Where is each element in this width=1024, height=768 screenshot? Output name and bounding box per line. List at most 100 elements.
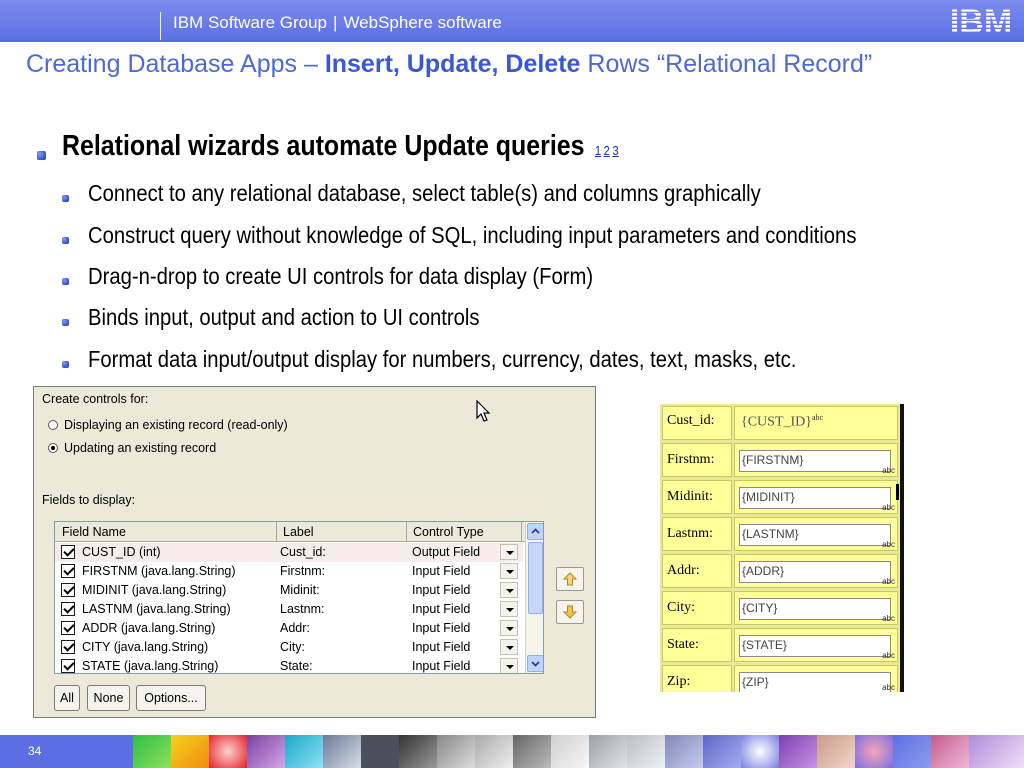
move-down-button[interactable] [556,600,584,624]
header-bar: IBM Software Group | WebSphere software IB… [0,0,1024,42]
footer-tile [475,735,513,768]
move-up-button[interactable] [556,567,584,591]
control-type-dropdown[interactable] [500,620,518,636]
control-type[interactable]: Input Field [412,583,470,597]
column-divider[interactable] [406,522,407,542]
none-button[interactable]: None [87,685,130,711]
input-field[interactable]: {ADDR} [739,561,891,583]
table-scrollbar[interactable] [525,522,543,673]
radio-updating-record[interactable]: Updating an existing record [48,441,216,455]
radio-circle-selected[interactable] [48,443,58,453]
input-field[interactable]: {ZIP} [739,672,891,692]
radio-circle[interactable] [48,420,58,430]
column-divider[interactable] [521,522,522,542]
field-label[interactable]: State: [280,659,313,673]
row-checkbox[interactable] [61,659,75,673]
bullet-icon [37,151,46,160]
control-type-dropdown[interactable] [500,658,518,673]
control-type[interactable]: Input Field [412,640,470,654]
field-label[interactable]: Lastnm: [280,602,324,616]
table-row[interactable]: ADDR (java.lang.String) Addr: Input Fiel… [55,619,523,638]
control-type[interactable]: Input Field [412,564,470,578]
control-type[interactable]: Output Field [412,545,480,559]
control-type-dropdown[interactable] [500,601,518,617]
ibm-logo: IBM [950,5,1012,37]
field-label[interactable]: Midinit: [280,583,320,597]
sub-bullet-icon [62,237,69,244]
ref-link-2[interactable]: 2 [604,143,610,158]
abc-format-icon: abc [882,466,895,475]
form-row-state: State: {STATE} abc [660,626,900,663]
sub-bullet-4: Binds input, output and action to UI con… [88,304,480,330]
table-row[interactable]: CUST_ID (int) Cust_id: Output Field [55,543,523,562]
title-prefix: Creating Database Apps – [26,50,325,78]
form-label: State: [662,628,732,662]
abc-format-icon: abc [882,651,895,660]
table-row[interactable]: STATE (java.lang.String) State: Input Fi… [55,657,523,673]
table-row[interactable]: CITY (java.lang.String) City: Input Fiel… [55,638,523,657]
all-button[interactable]: All [54,685,80,711]
footer-tile [969,735,1024,768]
abc-format-icon: abc [882,503,895,512]
scroll-down-button[interactable] [527,655,543,672]
control-type-dropdown[interactable] [500,544,518,560]
footer-tile [741,735,779,768]
header-product: WebSphere software [343,13,502,32]
input-field[interactable]: {FIRSTNM} [739,450,891,472]
table-row[interactable]: LASTNM (java.lang.String) Lastnm: Input … [55,600,523,619]
field-name: STATE (java.lang.String) [82,659,219,673]
form-row-cust-id: Cust_id: {CUST_ID}abc [660,404,900,441]
input-field[interactable]: {LASTNM} [739,524,891,546]
column-header-control-type[interactable]: Control Type [413,525,484,539]
scroll-up-button[interactable] [527,523,543,540]
row-checkbox[interactable] [61,545,75,559]
control-type-dropdown[interactable] [500,639,518,655]
column-header-label[interactable]: Label [283,525,314,539]
form-input-cell: {ADDR} abc [734,554,898,588]
form-row-midinit: Midinit: {MIDINIT} abc [660,478,900,515]
column-header-field-name[interactable]: Field Name [62,525,126,539]
field-name: MIDINIT (java.lang.String) [82,583,227,597]
row-checkbox[interactable] [61,640,75,654]
footer-tile [171,735,209,768]
radio-label: Displaying an existing record (read-only… [64,418,288,432]
footer-tile [285,735,323,768]
page-number: 34 [28,744,42,758]
field-label[interactable]: City: [280,640,305,654]
field-label[interactable]: Firstnm: [280,564,325,578]
row-checkbox[interactable] [61,621,75,635]
control-type[interactable]: Input Field [412,621,470,635]
input-field[interactable]: {CITY} [739,598,891,620]
column-divider[interactable] [276,522,277,542]
form-input-cell: {LASTNM} abc [734,517,898,551]
control-type[interactable]: Input Field [412,602,470,616]
footer-tile [437,735,475,768]
footer-tile [551,735,589,768]
input-field[interactable]: {MIDINIT} [739,487,891,509]
sub-bullet-icon [62,195,69,202]
field-label[interactable]: Cust_id: [280,545,326,559]
control-type-dropdown[interactable] [500,582,518,598]
table-row[interactable]: MIDINIT (java.lang.String) Midinit: Inpu… [55,581,523,600]
ref-link-3[interactable]: 3 [612,143,618,158]
field-label[interactable]: Addr: [280,621,310,635]
radio-label: Updating an existing record [64,441,217,455]
radio-display-readonly[interactable]: Displaying an existing record (read-only… [48,418,288,432]
footer-tile [817,735,855,768]
abc-format-icon: abc [882,614,895,623]
options-button[interactable]: Options... [136,685,206,711]
scroll-thumb[interactable] [528,542,543,614]
row-checkbox[interactable] [61,564,75,578]
row-checkbox[interactable] [61,583,75,597]
arrow-down-icon [562,605,578,619]
form-label: Midinit: [662,480,732,514]
ibm-logo-text: IBM [950,5,1012,37]
arrow-up-icon [562,572,578,586]
ref-link-1[interactable]: 1 [595,143,601,158]
input-field[interactable]: {STATE} [739,635,891,657]
control-type[interactable]: Input Field [412,659,470,673]
row-checkbox[interactable] [61,602,75,616]
table-row[interactable]: FIRSTNM (java.lang.String) Firstnm: Inpu… [55,562,523,581]
footer-tile [703,735,741,768]
control-type-dropdown[interactable] [500,563,518,579]
